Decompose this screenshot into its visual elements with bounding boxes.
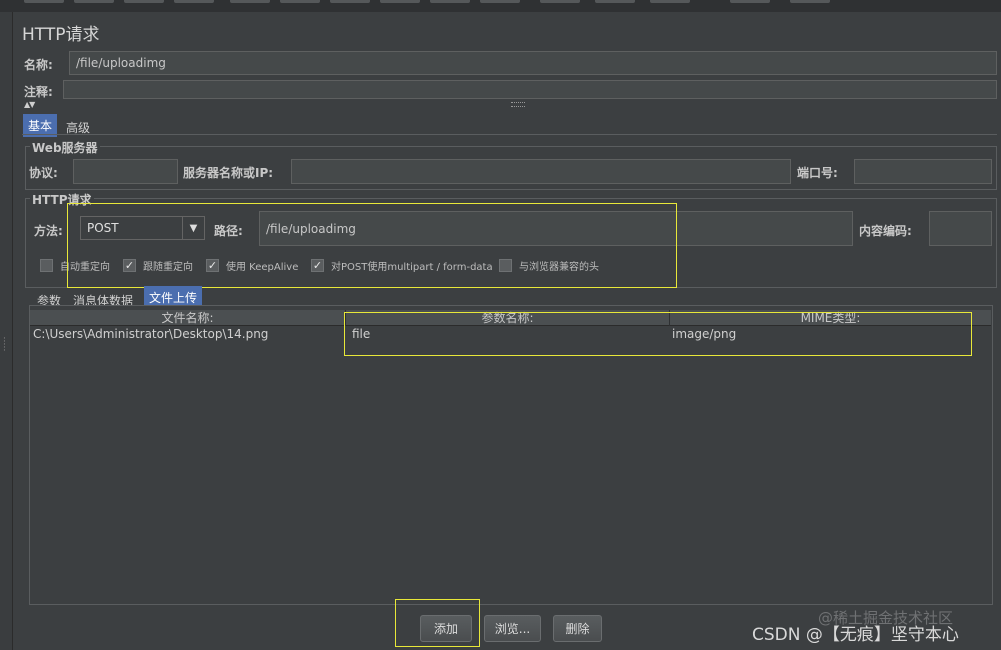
toolbar-button[interactable] xyxy=(230,0,270,3)
port-input[interactable] xyxy=(854,159,992,184)
encoding-label: 内容编码: xyxy=(859,224,912,238)
port-label: 端口号: xyxy=(797,166,838,180)
protocol-input[interactable] xyxy=(73,159,178,184)
top-toolbar-strip xyxy=(0,0,1001,12)
toolbar-button[interactable] xyxy=(480,0,520,3)
toolbar-button[interactable] xyxy=(730,0,770,3)
highlight-box xyxy=(344,312,972,356)
protocol-label: 协议: xyxy=(29,166,58,180)
toolbar-button[interactable] xyxy=(595,0,635,3)
csdn-watermark: CSDN @【无痕】坚守本心 xyxy=(752,625,959,645)
delete-button[interactable]: 删除 xyxy=(553,615,602,642)
toolbar-button[interactable] xyxy=(790,0,830,3)
toolbar-button[interactable] xyxy=(380,0,420,3)
web-server-legend: Web服务器 xyxy=(30,139,100,156)
method-label: 方法: xyxy=(34,224,63,238)
toolbar-button[interactable] xyxy=(430,0,470,3)
toolbar-button[interactable] xyxy=(650,0,690,3)
splitter-grip-icon[interactable]: · · · · · xyxy=(3,335,6,356)
toolbar-button[interactable] xyxy=(540,0,580,3)
toolbar-button[interactable] xyxy=(74,0,114,3)
toolbar-button[interactable] xyxy=(280,0,320,3)
comment-label: 注释: xyxy=(24,85,53,99)
toolbar-button[interactable] xyxy=(174,0,214,3)
name-input[interactable]: /file/uploadimg xyxy=(69,51,997,75)
toolbar-button[interactable] xyxy=(330,0,370,3)
highlight-box xyxy=(395,599,480,647)
server-label: 服务器名称或IP: xyxy=(183,166,274,180)
browse-button[interactable]: 浏览... xyxy=(484,615,541,642)
table-cell-filename[interactable]: C:\Users\Administrator\Desktop\14.png xyxy=(33,326,268,343)
toolbar-button[interactable] xyxy=(124,0,164,3)
name-label: 名称: xyxy=(24,58,53,72)
highlight-box xyxy=(67,203,677,288)
toolbar-button[interactable] xyxy=(24,0,64,3)
column-header-filename[interactable]: 文件名称: xyxy=(30,310,346,326)
server-input[interactable] xyxy=(291,159,791,184)
checkbox-unchecked-icon[interactable] xyxy=(40,259,53,272)
left-splitter[interactable] xyxy=(0,12,13,650)
collapse-arrows-icon[interactable]: ▲▼ xyxy=(24,100,35,109)
tab-advanced[interactable]: 高级 xyxy=(61,116,95,139)
divider-grip-icon[interactable] xyxy=(511,102,525,107)
comment-input[interactable] xyxy=(63,80,997,99)
page-title: HTTP请求 xyxy=(22,25,100,45)
tab-divider xyxy=(22,134,997,135)
encoding-input[interactable] xyxy=(929,211,992,246)
